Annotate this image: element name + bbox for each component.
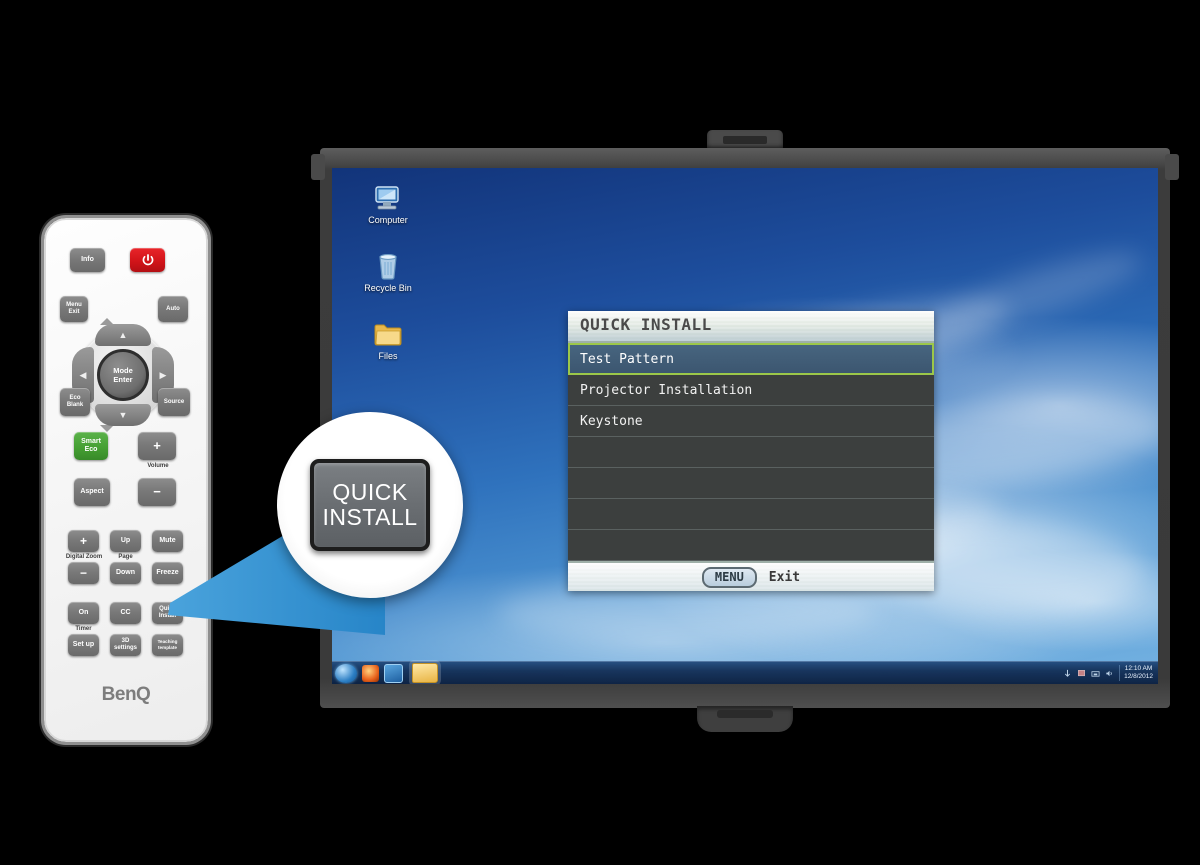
enter-label: Enter xyxy=(113,375,133,384)
source-button[interactable]: Source xyxy=(158,388,190,416)
osd-item-empty xyxy=(568,437,934,468)
eco-blank-button[interactable]: Eco Blank xyxy=(60,388,90,416)
show-desktop-icon[interactable] xyxy=(1063,669,1072,678)
volume-caption: Volume xyxy=(147,463,169,469)
screen-right-endcap xyxy=(1165,154,1179,180)
computer-icon xyxy=(350,178,426,212)
osd-title-text: QUICK INSTALL xyxy=(580,315,712,334)
projection-screen-unit: Computer Recycle Bin Files 12:10 AM 12/8… xyxy=(311,130,1179,732)
timer-setup-button[interactable]: Set up xyxy=(68,634,99,656)
dpad-left-label: ◀ xyxy=(79,369,87,380)
osd-item-empty xyxy=(568,530,934,561)
page-caption: Page xyxy=(118,554,133,560)
mode-enter-button[interactable]: Mode Enter xyxy=(97,349,149,401)
menu-exit-button[interactable]: Menu Exit xyxy=(60,296,88,322)
osd-item-label: Test Pattern xyxy=(580,351,674,367)
auto-button[interactable]: Auto xyxy=(158,296,188,322)
osd-item-label: Projector Installation xyxy=(580,382,753,398)
desktop-icon-label: Files xyxy=(378,351,398,361)
folder-icon xyxy=(350,314,426,348)
power-icon xyxy=(142,254,153,266)
smart-eco-button[interactable]: Smart Eco xyxy=(74,432,108,460)
flag-icon[interactable] xyxy=(1077,669,1086,678)
page-down-button[interactable]: Down xyxy=(110,562,141,584)
osd-title-bar: QUICK INSTALL xyxy=(568,311,934,343)
benq-logo: BenQ xyxy=(101,684,151,705)
osd-menu-list: Test Pattern Projector Installation Keys… xyxy=(568,343,934,561)
osd-item-label: Keystone xyxy=(580,413,643,429)
osd-item-projector-installation[interactable]: Projector Installation xyxy=(568,375,934,406)
taskbar: 12:10 AM 12/8/2012 xyxy=(332,661,1158,684)
osd-item-test-pattern[interactable]: Test Pattern xyxy=(568,343,934,375)
screen-top-mount-bracket xyxy=(707,130,783,150)
digital-zoom-in-button[interactable]: + xyxy=(68,530,99,552)
cc-button[interactable]: CC xyxy=(110,602,141,624)
cloud-shape xyxy=(925,238,1149,349)
osd-item-empty xyxy=(568,499,934,530)
quick-install-button-callout: QUICK INSTALL xyxy=(277,412,463,598)
desktop-icon-recycle-bin[interactable]: Recycle Bin xyxy=(350,246,426,294)
osd-footer-bar: MENU Exit xyxy=(568,561,934,591)
dpad-up-button[interactable]: ▲ xyxy=(95,324,151,346)
dpad-up-label: ▲ xyxy=(118,330,128,340)
clock-time: 12:10 AM xyxy=(1124,665,1153,672)
teaching-template-button[interactable]: Teaching template xyxy=(152,634,183,656)
navigation-dpad: ▲ ▼ ◀ ▶ Mode Enter xyxy=(72,324,174,426)
osd-item-keystone[interactable]: Keystone xyxy=(568,406,934,437)
projected-desktop: Computer Recycle Bin Files 12:10 AM 12/8… xyxy=(332,168,1158,684)
screen-bottom-handle xyxy=(697,706,793,732)
digital-zoom-out-button[interactable]: − xyxy=(68,562,99,584)
osd-menu-button[interactable]: MENU xyxy=(701,566,757,588)
mode-label: Mode xyxy=(113,366,133,375)
volume-up-button[interactable]: + xyxy=(138,432,176,460)
folder-icon[interactable] xyxy=(412,663,438,683)
osd-exit-label: Exit xyxy=(768,569,801,585)
aspect-button[interactable]: Aspect xyxy=(74,478,110,506)
timer-caption: Timer xyxy=(75,626,92,632)
start-orb-icon[interactable] xyxy=(335,663,357,683)
volume-icon[interactable] xyxy=(1105,669,1114,678)
quick-install-magnified-button[interactable]: QUICK INSTALL xyxy=(310,459,430,551)
dpad-down-label: ▼ xyxy=(118,410,128,420)
dpad-right-label: ▶ xyxy=(159,369,167,380)
page-up-button[interactable]: Up xyxy=(110,530,141,552)
timer-on-button[interactable]: On xyxy=(68,602,99,624)
power-button[interactable] xyxy=(130,248,165,272)
desktop-icon-list: Computer Recycle Bin Files xyxy=(350,178,426,382)
dpad-down-button[interactable]: ▼ xyxy=(95,404,151,426)
screen-left-endcap xyxy=(311,154,325,180)
3d-settings-button[interactable]: 3D settings xyxy=(110,634,141,656)
network-icon[interactable] xyxy=(1091,669,1100,678)
quick-install-osd-menu: QUICK INSTALL Test Pattern Projector Ins… xyxy=(568,311,934,591)
osd-item-empty xyxy=(568,468,934,499)
callout-line-1: QUICK xyxy=(332,479,408,505)
desktop-icon-files[interactable]: Files xyxy=(350,314,426,362)
desktop-icon-label: Recycle Bin xyxy=(364,283,412,293)
info-button[interactable]: Info xyxy=(70,248,105,272)
down-indicator-icon xyxy=(100,425,114,432)
browser-icon[interactable] xyxy=(362,664,379,682)
clock-date: 12/8/2012 xyxy=(1124,673,1153,680)
recycle-bin-icon xyxy=(350,246,426,280)
media-player-icon[interactable] xyxy=(384,663,403,683)
callout-line-2: INSTALL xyxy=(322,504,418,530)
desktop-icon-computer[interactable]: Computer xyxy=(350,178,426,226)
digital-zoom-caption: Digital Zoom xyxy=(65,554,103,560)
desktop-icon-label: Computer xyxy=(368,215,408,225)
system-tray: 12:10 AM 12/8/2012 xyxy=(1063,665,1158,681)
taskbar-clock[interactable]: 12:10 AM 12/8/2012 xyxy=(1119,665,1153,681)
